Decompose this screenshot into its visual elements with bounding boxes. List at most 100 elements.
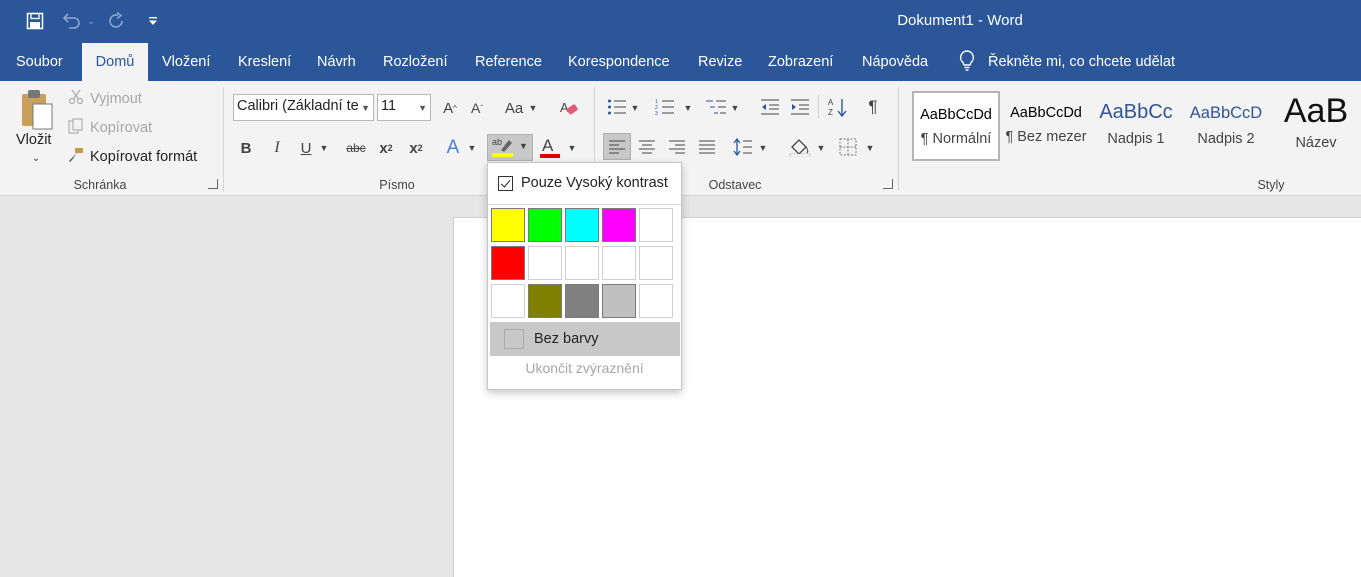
- highlight-color-button[interactable]: ab ▼: [487, 134, 533, 161]
- multilevel-list-icon[interactable]: [704, 95, 728, 119]
- tab-navrh[interactable]: Návrh: [305, 43, 368, 81]
- color-swatch[interactable]: [528, 246, 562, 280]
- color-swatch[interactable]: [565, 208, 599, 242]
- color-swatch[interactable]: [602, 284, 636, 318]
- chevron-down-icon[interactable]: ▼: [757, 141, 769, 155]
- chevron-down-icon[interactable]: ▼: [864, 141, 876, 155]
- sort-icon[interactable]: AZ: [826, 95, 850, 119]
- font-size-field[interactable]: 11 ▼: [377, 94, 431, 121]
- style-heading-1[interactable]: AaBbCc Nadpis 1: [1092, 91, 1180, 161]
- subscript-icon[interactable]: x2: [376, 137, 396, 159]
- color-swatch[interactable]: [491, 284, 525, 318]
- style-title[interactable]: AaB Název: [1272, 91, 1360, 161]
- chevron-down-icon[interactable]: ▼: [527, 101, 539, 115]
- chevron-down-icon[interactable]: ▼: [729, 101, 741, 115]
- decrease-indent-icon[interactable]: [758, 95, 782, 119]
- text-effects-icon[interactable]: A: [442, 136, 464, 160]
- style-name: ¶ Bez mezer: [1005, 129, 1087, 145]
- align-left-button[interactable]: [603, 133, 631, 160]
- clipboard-launcher-icon[interactable]: [208, 179, 218, 189]
- line-spacing-icon[interactable]: [732, 136, 754, 158]
- tab-soubor[interactable]: Soubor: [4, 43, 75, 81]
- save-icon[interactable]: [24, 9, 46, 33]
- color-swatch[interactable]: [602, 246, 636, 280]
- color-swatch[interactable]: [528, 284, 562, 318]
- color-swatch[interactable]: [565, 284, 599, 318]
- chevron-down-icon[interactable]: ▼: [466, 141, 478, 155]
- format-painter-icon: [68, 147, 84, 167]
- chevron-down-icon[interactable]: ▼: [682, 101, 694, 115]
- format-painter-button[interactable]: Kopírovat formát: [68, 147, 197, 167]
- increase-indent-icon[interactable]: [788, 95, 812, 119]
- color-swatch[interactable]: [491, 246, 525, 280]
- shrink-font-icon[interactable]: Aˇ: [467, 97, 487, 119]
- chevron-down-icon: ▼: [361, 103, 370, 113]
- numbering-icon[interactable]: 123: [654, 95, 676, 119]
- borders-icon[interactable]: [836, 136, 860, 158]
- chevron-down-icon[interactable]: ▼: [815, 141, 827, 155]
- tell-me-box[interactable]: Řekněte mi, co chcete udělat: [958, 43, 1175, 81]
- grow-font-icon[interactable]: A ^: [440, 97, 460, 119]
- tab-reference[interactable]: Reference: [463, 43, 554, 81]
- superscript-icon[interactable]: x2: [406, 137, 426, 159]
- shading-icon[interactable]: [788, 136, 812, 158]
- divider: [818, 95, 819, 119]
- paragraph-launcher-icon[interactable]: [883, 179, 893, 189]
- font-size-value: 11: [381, 98, 397, 114]
- bullets-icon[interactable]: [606, 95, 628, 119]
- tab-vlozeni[interactable]: Vložení: [150, 43, 222, 81]
- clear-formatting-icon[interactable]: A: [558, 96, 580, 120]
- style-name: Název: [1295, 135, 1337, 151]
- cut-label: Vyjmout: [90, 91, 142, 107]
- color-swatch[interactable]: [639, 246, 673, 280]
- italic-icon[interactable]: I: [267, 137, 287, 159]
- color-swatch[interactable]: [565, 246, 599, 280]
- customize-qat-icon[interactable]: [144, 9, 162, 33]
- tab-napoveda[interactable]: Nápověda: [850, 43, 940, 81]
- font-name-field[interactable]: Calibri (Základní te ▼: [233, 94, 374, 121]
- tab-rozlozeni[interactable]: Rozložení: [371, 43, 459, 81]
- chevron-down-icon[interactable]: ▼: [629, 101, 641, 115]
- color-swatch[interactable]: [491, 208, 525, 242]
- chevron-down-icon[interactable]: ▼: [566, 141, 578, 155]
- style-normal[interactable]: AaBbCcDd ¶ Normální: [912, 91, 1000, 161]
- justify-icon[interactable]: [696, 136, 718, 158]
- color-swatch[interactable]: [639, 208, 673, 242]
- svg-text:A: A: [542, 136, 554, 155]
- no-color-label: Bez barvy: [534, 331, 599, 347]
- style-no-spacing[interactable]: AaBbCcDd ¶ Bez mezer: [1002, 91, 1090, 161]
- paste-icon[interactable]: [18, 87, 56, 133]
- redo-icon[interactable]: [106, 9, 128, 33]
- color-swatch[interactable]: [528, 208, 562, 242]
- style-sample: AaBbCcDd: [920, 107, 992, 123]
- stop-highlighting-option[interactable]: Ukončit zvýraznění: [488, 360, 681, 376]
- color-swatch[interactable]: [602, 208, 636, 242]
- high-contrast-option[interactable]: Pouze Vysoký kontrast: [498, 175, 668, 191]
- font-color-icon[interactable]: A: [538, 134, 562, 160]
- pilcrow-icon[interactable]: ¶: [862, 95, 884, 119]
- style-sample: AaBbCcD: [1189, 104, 1263, 122]
- svg-text:3: 3: [655, 111, 658, 116]
- chevron-down-icon[interactable]: ▼: [318, 141, 330, 155]
- cut-button[interactable]: Vyjmout: [68, 89, 142, 109]
- copy-button[interactable]: Kopírovat: [68, 118, 152, 138]
- no-color-option[interactable]: Bez barvy: [490, 322, 680, 356]
- tab-domu[interactable]: Domů: [82, 43, 148, 81]
- tab-kresleni[interactable]: Kreslení: [226, 43, 303, 81]
- style-heading-2[interactable]: AaBbCcD Nadpis 2: [1182, 91, 1270, 161]
- underline-icon[interactable]: U: [296, 137, 316, 159]
- paste-button[interactable]: Vložit: [16, 132, 51, 148]
- align-center-icon[interactable]: [636, 136, 658, 158]
- align-right-icon[interactable]: [666, 136, 688, 158]
- tab-revize[interactable]: Revize: [686, 43, 754, 81]
- strikethrough-icon[interactable]: abc: [342, 137, 370, 159]
- bold-icon[interactable]: B: [236, 137, 256, 159]
- color-swatch[interactable]: [639, 284, 673, 318]
- tab-zobrazeni[interactable]: Zobrazení: [756, 43, 845, 81]
- change-case-button[interactable]: Aa: [503, 97, 525, 119]
- undo-dropdown-icon[interactable]: ⌄: [85, 9, 97, 33]
- checkbox-checked-icon[interactable]: [498, 175, 513, 191]
- undo-icon[interactable]: [60, 9, 82, 33]
- tab-korespondence[interactable]: Korespondence: [556, 43, 682, 81]
- paste-dropdown-icon[interactable]: ⌄: [26, 151, 46, 165]
